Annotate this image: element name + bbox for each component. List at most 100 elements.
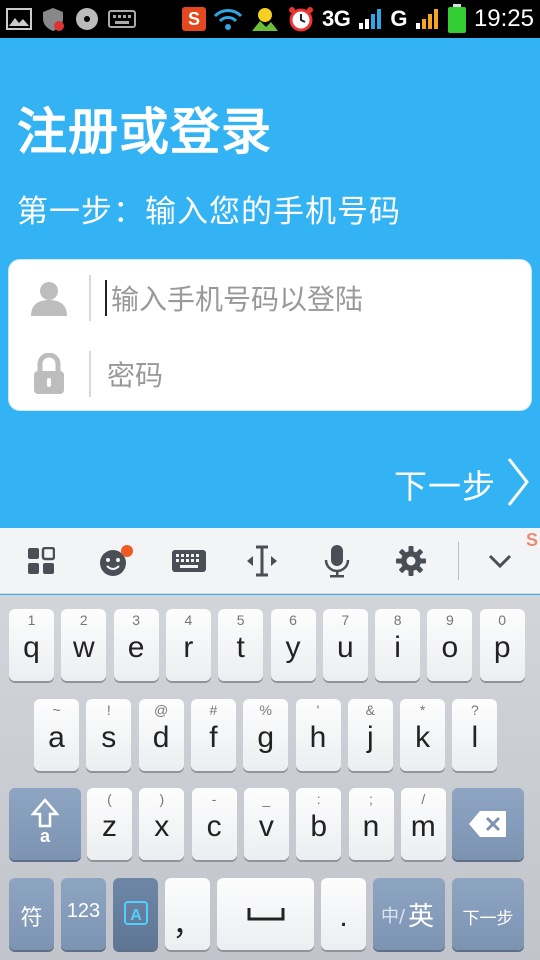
key-y[interactable]: 6y: [270, 609, 316, 681]
comma-key-label: ，: [172, 909, 203, 942]
next-button[interactable]: 下一步: [394, 456, 530, 512]
signal-icon: [357, 7, 383, 31]
step-label: 第一步：输入您的手机号码: [17, 194, 401, 230]
symbols-key[interactable]: 符: [9, 878, 54, 950]
microphone-icon[interactable]: [307, 528, 367, 594]
key-label: e: [127, 631, 145, 664]
input-mode-icon: A: [124, 901, 148, 925]
network-3g-label: 3G: [321, 6, 351, 31]
key-label: d: [152, 721, 170, 754]
numbers-key-label: 123: [66, 900, 101, 922]
period-key[interactable]: .: [321, 878, 366, 950]
grid-icon[interactable]: [11, 528, 71, 594]
key-secondary-label: ': [316, 702, 320, 718]
key-label: m: [410, 810, 436, 843]
key-j[interactable]: & j: [347, 699, 393, 771]
key-c[interactable]: -c: [191, 788, 237, 860]
key-label: y: [285, 631, 301, 664]
input-mode-key[interactable]: A: [113, 878, 158, 950]
symbols-key-label: 符: [20, 905, 43, 930]
comma-key[interactable]: ，: [165, 878, 210, 950]
key-label: h: [309, 721, 327, 754]
svg-text:A: A: [130, 907, 142, 924]
key-s[interactable]: ! s: [86, 699, 132, 771]
password-input[interactable]: 密码: [107, 354, 163, 394]
cursor-move-icon[interactable]: [232, 528, 292, 594]
key-i[interactable]: 8i: [375, 609, 421, 681]
keyboard: a 符 123 A ， . 中/ 英 下一步 1q2w3e4r5t6y7u8i9…: [0, 595, 540, 960]
key-f[interactable]: # f: [190, 699, 236, 771]
key-label: k: [415, 721, 431, 754]
key-label: p: [493, 631, 511, 664]
space-key[interactable]: [217, 878, 314, 950]
key-z[interactable]: (z: [87, 788, 132, 860]
numbers-key[interactable]: 123: [61, 878, 106, 950]
key-label: q: [23, 631, 40, 664]
shift-key[interactable]: a: [9, 788, 81, 860]
key-n[interactable]: ; n: [348, 788, 394, 860]
backspace-icon: [469, 811, 506, 837]
key-secondary-label: #: [209, 702, 218, 718]
key-k[interactable]: * k: [400, 699, 446, 771]
key-label: r: [183, 631, 194, 664]
key-label: x: [154, 810, 170, 843]
key-label: b: [310, 810, 328, 843]
key-label: u: [336, 631, 354, 664]
key-secondary-label: :: [316, 791, 321, 807]
key-x[interactable]: ) x: [139, 788, 185, 860]
ime-toolbar: S: [0, 528, 540, 594]
key-secondary-label: ;: [369, 791, 373, 807]
key-w[interactable]: 2w: [61, 609, 107, 681]
sogou-icon: S: [181, 7, 206, 31]
key-q[interactable]: 1q: [9, 609, 54, 681]
key-secondary-label: ~: [52, 702, 61, 718]
status-bar: S 3G G 19:25: [0, 0, 540, 38]
phone-field[interactable]: 输入手机号码以登陆: [9, 260, 531, 336]
keyboard-icon[interactable]: [159, 528, 219, 594]
keyboard-icon: [108, 10, 136, 28]
enter-key[interactable]: 下一步: [452, 878, 524, 950]
lang-zh-label: 中/: [381, 906, 406, 927]
login-card: 输入手机号码以登陆 密码: [8, 259, 532, 411]
chevron-down-icon[interactable]: [470, 528, 530, 594]
gear-icon[interactable]: [381, 528, 441, 594]
key-e[interactable]: 3e: [113, 609, 159, 681]
page-title: 注册或登录: [17, 103, 272, 161]
key-label: o: [441, 631, 459, 664]
language-switch-key[interactable]: 中/ 英: [373, 878, 445, 950]
key-t[interactable]: 5t: [218, 609, 264, 681]
key-label: c: [206, 810, 222, 843]
clock: 19:25: [473, 5, 534, 32]
key-o[interactable]: 9o: [427, 609, 473, 681]
key-secondary-label: (: [107, 791, 112, 807]
key-secondary-label: 6: [289, 612, 297, 628]
key-d[interactable]: @ d: [138, 699, 184, 771]
key-label: n: [362, 810, 380, 843]
key-secondary-label: *: [419, 702, 426, 718]
key-a[interactable]: ~ a: [34, 699, 79, 771]
shield-icon: [40, 6, 66, 32]
key-secondary-label: &: [365, 702, 375, 718]
backspace-key[interactable]: [452, 788, 524, 860]
emoji-icon[interactable]: [86, 528, 146, 594]
key-secondary-label: 8: [393, 612, 402, 628]
key-r[interactable]: 4r: [165, 609, 211, 681]
key-secondary-label: %: [259, 702, 272, 718]
key-u[interactable]: 7u: [322, 609, 368, 681]
key-b[interactable]: :b: [296, 788, 342, 860]
next-button-label: 下一步: [394, 467, 496, 506]
field-divider: [89, 351, 91, 397]
key-m[interactable]: / m: [400, 788, 446, 860]
key-secondary-label: !: [106, 702, 111, 718]
key-v[interactable]: _ v: [243, 788, 289, 860]
key-secondary-label: -: [211, 791, 217, 807]
password-field[interactable]: 密码: [9, 336, 531, 412]
key-p[interactable]: 0p: [479, 609, 525, 681]
key-h[interactable]: ' h: [295, 699, 341, 771]
key-l[interactable]: ? l: [452, 699, 498, 771]
key-secondary-label: 0: [498, 612, 507, 628]
phone-input[interactable]: 输入手机号码以登陆: [111, 278, 363, 318]
sogou-logo: S: [525, 530, 538, 550]
key-secondary-label: @: [153, 702, 169, 718]
key-g[interactable]: % g: [243, 699, 289, 771]
